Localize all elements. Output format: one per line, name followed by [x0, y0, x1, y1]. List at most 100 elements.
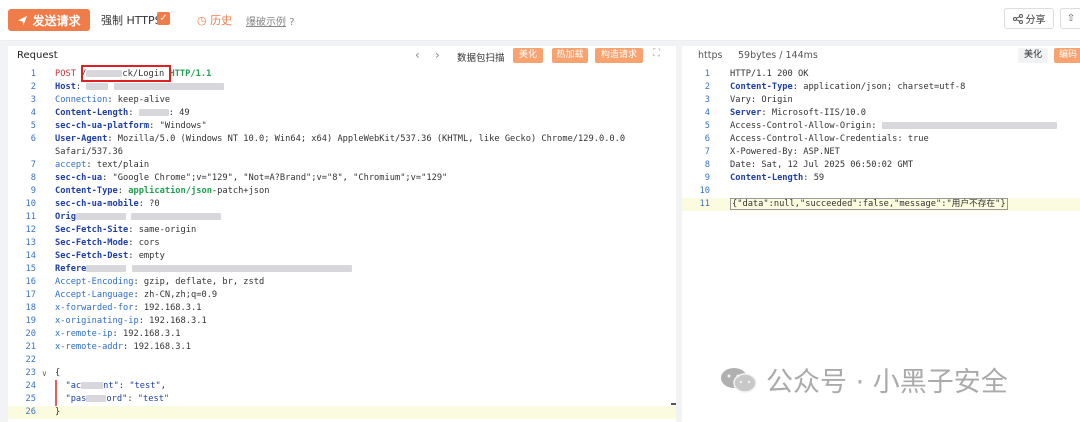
code-line: 25 "pas ord": "test" [8, 393, 676, 406]
force-https-checkbox[interactable]: ✓ [157, 12, 170, 25]
redacted-blur [138, 109, 169, 116]
code-line: Safari/537.36 [8, 146, 676, 159]
redacted-blur [75, 213, 126, 220]
code-token: Connection [55, 95, 108, 105]
code-token: : ?0 [138, 199, 160, 209]
code-line: 12 Sec-Fetch-Site: same-origin [8, 224, 676, 237]
share-label: 分享 [1025, 15, 1046, 26]
send-request-label: 发送请求 [32, 13, 81, 28]
request-editor[interactable]: 1 POST / ck/Login HTTP/1.1 2 Host: 3 Connecti… [8, 68, 676, 419]
request-panel: Request ‹ › 数据包扫描 美化 热加载 构造请求 ⛶ 1 POST / c… [8, 46, 676, 422]
code-token: x-forwarded-for [55, 303, 134, 313]
scroll-indicator [671, 403, 676, 405]
code-line: 20 x-remote-ip: 192.168.3.1 [8, 328, 676, 341]
history-link[interactable]: ◷ 历史 [197, 12, 232, 28]
line-text: Server: Microsoft-IIS/10.0 [730, 107, 866, 120]
line-number: 25 [25, 394, 36, 404]
highlight-box [81, 65, 171, 82]
chevron-left-icon[interactable]: ‹ [415, 48, 420, 62]
code-line: 8 sec-ch-ua: "Google Chrome";v="129", "No… [8, 172, 676, 185]
code-token: Sec-Fetch-Site [55, 225, 129, 235]
code-token: } [55, 407, 61, 417]
code-line: 19 x-originating-ip: 192.168.3.1 [8, 315, 676, 328]
line-number: 4 [704, 108, 710, 118]
line-number: 2 [30, 82, 36, 92]
line-text: HTTP/1.1 200 OK [730, 68, 808, 81]
line-number: 11 [699, 199, 710, 209]
line-text: sec-ch-ua: "Google Chrome";v="129", "Not… [55, 172, 447, 185]
line-text: { [55, 367, 60, 380]
code-line: 7 X-Powered-By: ASP.NET [682, 146, 1080, 159]
line-text: Access-Control-Allow-Origin: [730, 120, 1057, 133]
line-number: 10 [699, 186, 710, 196]
clock-icon: ◷ [197, 14, 207, 27]
line-number: 8 [704, 160, 710, 170]
line-text: User-Agent: Mozilla/5.0 (Windows NT 10.0… [55, 133, 625, 146]
fullscreen-icon[interactable]: ⛶ [653, 48, 660, 59]
code-line: 24 "ac nt": "test", [8, 380, 676, 393]
code-line: 16 Accept-Encoding: gzip, deflate, br, zs… [8, 276, 676, 289]
beautify-button[interactable]: 美化 [513, 48, 543, 63]
line-text: Content-Length: : 49 [55, 107, 190, 120]
line-number: 6 [704, 134, 710, 144]
line-number: 15 [25, 264, 36, 274]
line-text: "pas ord": "test" [55, 393, 169, 406]
code-token: { [55, 368, 61, 378]
redacted-blur [86, 83, 109, 90]
code-line: 4 Content-Length: : 49 [8, 107, 676, 120]
response-editor[interactable]: 1 HTTP/1.1 200 OK 2 Content-Type: applicati… [682, 68, 1080, 211]
code-token: sec-ch-ua [55, 173, 103, 183]
code-token: : [118, 381, 130, 391]
line-text: sec-ch-ua-platform: "Windows" [55, 120, 207, 133]
code-token: : cors [128, 238, 160, 248]
example-link[interactable]: 爆破示例 ? [246, 13, 295, 28]
code-line: 5 Access-Control-Allow-Origin: [682, 120, 1080, 133]
code-token: X-Powered-By: ASP.NET [730, 147, 840, 157]
send-request-button[interactable]: 发送请求 [8, 9, 90, 31]
code-token: -patch+json [211, 186, 270, 196]
chevron-right-icon[interactable]: › [435, 48, 440, 62]
code-token: accept [55, 160, 87, 170]
construct-request-button[interactable]: 构造请求 [595, 48, 643, 63]
line-text: x-remote-addr: 192.168.3.1 [55, 341, 191, 354]
code-token: : zh-CN,zh;q=0.9 [133, 290, 218, 300]
response-beautify-button[interactable]: 美化 [1018, 48, 1048, 63]
line-number: 21 [25, 342, 36, 352]
line-number: 8 [30, 173, 36, 183]
export-button[interactable]: ⇧ [1060, 8, 1080, 29]
line-text: x-originating-ip: 192.168.3.1 [55, 315, 207, 328]
code-token: {"data":null,"succeeded":false,"message"… [730, 198, 1008, 210]
code-token: "pas [55, 394, 87, 404]
code-line: 3 Connection: keep-alive [8, 94, 676, 107]
line-number: 6 [30, 134, 36, 144]
scan-button[interactable]: 数据包扫描 [457, 50, 505, 64]
fold-chevron-icon[interactable]: ∨ [42, 367, 47, 380]
hot-load-button[interactable]: 热加载 [552, 48, 588, 63]
code-token: Date: Sat, 12 Jul 2025 06:50:02 GMT [730, 160, 914, 170]
share-button[interactable]: 分享 [1004, 8, 1054, 29]
code-line: 4 Server: Microsoft-IIS/10.0 [682, 107, 1080, 120]
line-number: 23 [25, 368, 36, 378]
line-number: 7 [30, 160, 36, 170]
code-line: 14 Sec-Fetch-Dest: empty [8, 250, 676, 263]
code-token: : keep-alive [107, 95, 171, 105]
code-line: 9 Content-Length: 59 [682, 172, 1080, 185]
response-encode-button[interactable]: 编码 [1054, 48, 1080, 63]
line-text: Refere [55, 263, 352, 276]
line-text: "ac nt": "test", [55, 380, 166, 393]
code-token: : Mozilla/5.0 (Windows NT 10.0; Win64; x… [107, 134, 626, 144]
line-text: Safari/537.36 [55, 146, 123, 159]
code-token: User-Agent [55, 134, 108, 144]
code-line: 13 Sec-Fetch-Mode: cors [8, 237, 676, 250]
line-number: 3 [30, 95, 36, 105]
code-token: Accept-Encoding [55, 277, 134, 287]
line-text: Sec-Fetch-Mode: cors [55, 237, 160, 250]
line-number: 14 [25, 251, 36, 261]
code-token: Refere [55, 264, 87, 274]
code-line: 6 User-Agent: Mozilla/5.0 (Windows NT 10.… [8, 133, 676, 146]
redacted-blur [881, 122, 1057, 129]
line-number: 3 [704, 95, 710, 105]
watermark-text: 公众号 · 小黑子安全 [766, 367, 1008, 398]
response-tab-https[interactable]: https [698, 50, 722, 61]
